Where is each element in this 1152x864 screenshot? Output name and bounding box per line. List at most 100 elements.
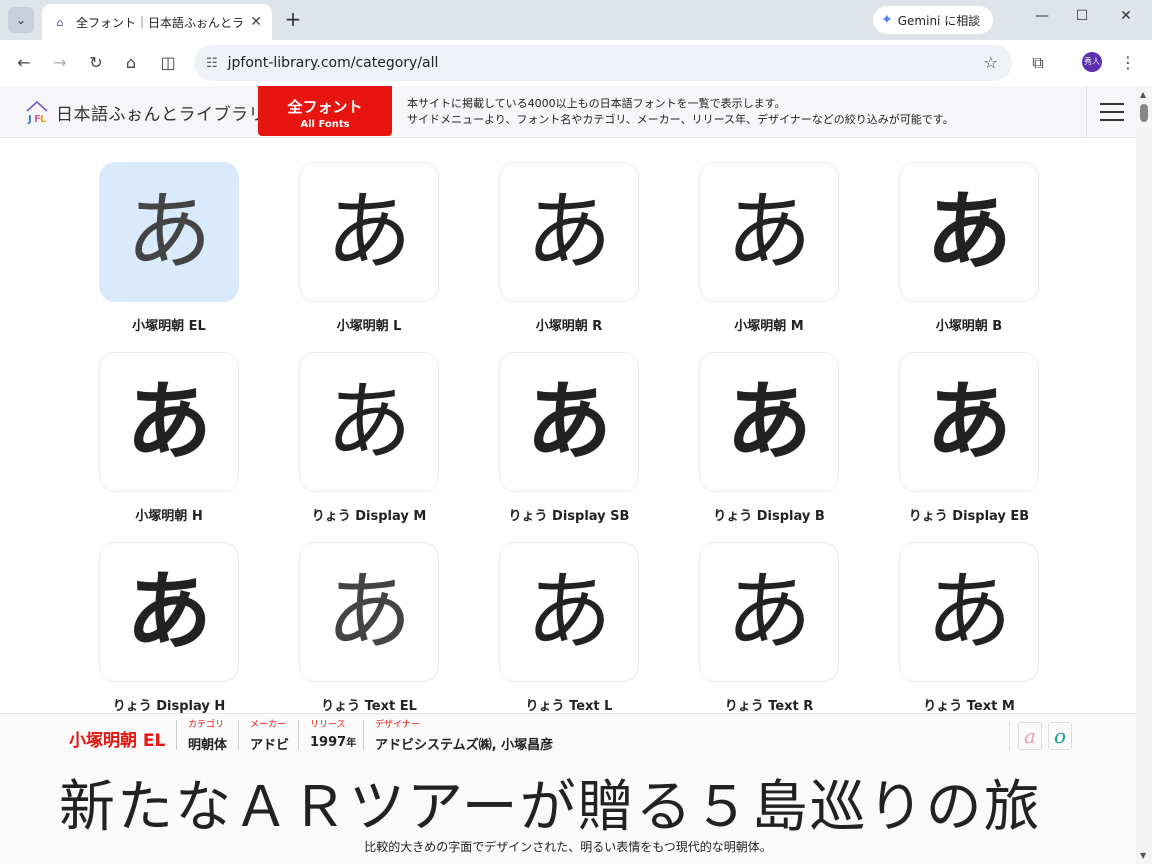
- hamburger-menu-icon[interactable]: [1086, 86, 1136, 137]
- font-card-name[interactable]: りょう Text L: [499, 695, 639, 714]
- font-card[interactable]: ありょう Text L: [499, 542, 639, 714]
- font-card[interactable]: あ小塚明朝 EL: [99, 162, 239, 334]
- font-card[interactable]: ありょう Text M: [899, 542, 1039, 714]
- scroll-thumb[interactable]: [1140, 104, 1148, 122]
- font-card[interactable]: あ小塚明朝 M: [699, 162, 839, 334]
- meta-value[interactable]: アドビシステムズ㈱, 小塚昌彦: [375, 734, 553, 753]
- site-favicon-icon: ⌂: [56, 15, 64, 29]
- split-view-icon[interactable]: ◫: [157, 52, 179, 74]
- release-suffix: 年: [346, 738, 357, 749]
- font-glyph-tile[interactable]: あ: [899, 542, 1039, 682]
- style-a-button[interactable]: a: [1018, 722, 1042, 750]
- font-card-name[interactable]: りょう Text R: [699, 695, 839, 714]
- style-toggles: a o: [1009, 722, 1072, 750]
- site-logo[interactable]: J F L 日本語ふぉんとライブラリ: [24, 98, 266, 126]
- scroll-down-icon[interactable]: ▼: [1140, 851, 1146, 860]
- font-glyph-tile[interactable]: あ: [299, 352, 439, 492]
- tab-title: 全フォント｜日本語ふぉんとライブラリ: [76, 15, 245, 30]
- font-card[interactable]: あ小塚明朝 B: [899, 162, 1039, 334]
- font-card-name[interactable]: 小塚明朝 H: [99, 505, 239, 524]
- back-icon[interactable]: ←: [13, 52, 35, 74]
- font-card[interactable]: ありょう Text EL: [299, 542, 439, 714]
- minimize-icon[interactable]: —: [1030, 8, 1054, 24]
- font-card-name[interactable]: りょう Display SB: [499, 505, 639, 524]
- page-content: J F L 日本語ふぉんとライブラリ 全フォント All Fonts 本サイトに…: [0, 86, 1152, 864]
- tab-strip: ⌄ ⌂ 全フォント｜日本語ふぉんとライブラリ ✕ + ✦ Gemini に相談 …: [0, 0, 1152, 40]
- font-card-name[interactable]: 小塚明朝 M: [699, 315, 839, 334]
- close-tab-icon[interactable]: ✕: [250, 14, 262, 30]
- scroll-up-icon[interactable]: ▲: [1140, 90, 1146, 99]
- forward-icon[interactable]: →: [49, 52, 71, 74]
- font-card[interactable]: ありょう Display SB: [499, 352, 639, 524]
- font-glyph-tile[interactable]: あ: [99, 162, 239, 302]
- address-bar[interactable]: ☷ jpfont-library.com/category/all ☆: [194, 45, 1012, 81]
- font-glyph-tile[interactable]: あ: [299, 542, 439, 682]
- font-glyph-tile[interactable]: あ: [499, 352, 639, 492]
- font-card-name[interactable]: りょう Display EB: [899, 505, 1039, 524]
- font-card-name[interactable]: りょう Display M: [299, 505, 439, 524]
- all-fonts-sublabel: All Fonts: [300, 119, 350, 130]
- release-year: 1997: [310, 735, 347, 750]
- font-glyph-tile[interactable]: あ: [899, 162, 1039, 302]
- url-text[interactable]: jpfont-library.com/category/all: [228, 55, 439, 71]
- bookmark-star-icon[interactable]: ☆: [984, 53, 998, 72]
- svg-text:L: L: [40, 114, 47, 125]
- font-card[interactable]: ありょう Display M: [299, 352, 439, 524]
- extensions-icon[interactable]: ⧉: [1027, 52, 1049, 74]
- style-o-button[interactable]: o: [1048, 722, 1072, 750]
- font-caption: 比較的大きめの字面でデザインされた、明るい表情をもつ現代的な明朝体。: [364, 840, 772, 854]
- meta-maker: メーカー アドビ: [238, 720, 289, 753]
- browser-toolbar: ← → ↻ ⌂ ◫ ☷ jpfont-library.com/category/…: [0, 40, 1152, 86]
- active-tab[interactable]: ⌂ 全フォント｜日本語ふぉんとライブラリ ✕: [42, 4, 272, 40]
- font-card[interactable]: ありょう Display B: [699, 352, 839, 524]
- font-card-name[interactable]: 小塚明朝 L: [299, 315, 439, 334]
- site-info-icon[interactable]: ☷: [206, 56, 218, 71]
- home-icon[interactable]: ⌂: [120, 52, 142, 74]
- scrollbar[interactable]: ▲ ▼: [1136, 86, 1152, 864]
- font-card[interactable]: ありょう Display EB: [899, 352, 1039, 524]
- font-card[interactable]: あ小塚明朝 R: [499, 162, 639, 334]
- font-card[interactable]: あ小塚明朝 H: [99, 352, 239, 524]
- font-glyph-tile[interactable]: あ: [99, 352, 239, 492]
- profile-avatar[interactable]: 秀人: [1082, 52, 1102, 72]
- all-fonts-button[interactable]: 全フォント All Fonts: [258, 86, 392, 136]
- font-card-name[interactable]: 小塚明朝 B: [899, 315, 1039, 334]
- page-description: 本サイトに掲載している4000以上もの日本語フォントを一覧で表示します。 サイド…: [407, 96, 954, 128]
- gemini-icon: ✦: [881, 12, 893, 28]
- meta-value[interactable]: 1997年: [310, 734, 356, 750]
- description-line: サイドメニューより、フォント名やカテゴリ、メーカー、リリース年、デザイナーなどの…: [407, 113, 954, 126]
- font-glyph-tile[interactable]: あ: [99, 542, 239, 682]
- meta-value[interactable]: アドビ: [250, 734, 289, 753]
- svg-text:J: J: [27, 114, 32, 125]
- meta-label: リリース: [310, 720, 346, 730]
- meta-label: カテゴリ: [188, 720, 225, 730]
- font-card-name[interactable]: 小塚明朝 R: [499, 315, 639, 334]
- font-glyph-tile[interactable]: あ: [899, 352, 1039, 492]
- font-glyph-tile[interactable]: あ: [499, 162, 639, 302]
- font-card[interactable]: ありょう Text R: [699, 542, 839, 714]
- gemini-label: Gemini に相談: [897, 13, 981, 28]
- new-tab-button[interactable]: +: [282, 9, 304, 31]
- font-glyph-tile[interactable]: あ: [699, 542, 839, 682]
- font-card-name[interactable]: りょう Text EL: [299, 695, 439, 714]
- maximize-icon[interactable]: ☐: [1070, 8, 1094, 24]
- font-card[interactable]: あ小塚明朝 L: [299, 162, 439, 334]
- font-card-name[interactable]: りょう Display H: [99, 695, 239, 714]
- font-glyph-tile[interactable]: あ: [499, 542, 639, 682]
- reload-icon[interactable]: ↻: [85, 52, 107, 74]
- font-glyph-tile[interactable]: あ: [699, 352, 839, 492]
- font-card[interactable]: ありょう Display H: [99, 542, 239, 714]
- tab-search-button[interactable]: ⌄: [8, 7, 34, 33]
- gemini-button[interactable]: ✦ Gemini に相談: [873, 6, 993, 34]
- font-card-name[interactable]: りょう Display B: [699, 505, 839, 524]
- font-glyph-tile[interactable]: あ: [699, 162, 839, 302]
- font-glyph-tile[interactable]: あ: [299, 162, 439, 302]
- menu-kebab-icon[interactable]: ⋮: [1117, 52, 1139, 74]
- font-card-name[interactable]: りょう Text M: [899, 695, 1039, 714]
- sample-text: 新たなＡＲツアーが贈る５島巡りの旅: [59, 775, 1042, 840]
- meta-value[interactable]: 明朝体: [188, 734, 227, 753]
- meta-release: リリース 1997年: [298, 720, 356, 750]
- all-fonts-label: 全フォント: [287, 98, 363, 116]
- close-window-icon[interactable]: ✕: [1114, 8, 1138, 24]
- font-card-name[interactable]: 小塚明朝 EL: [99, 315, 239, 334]
